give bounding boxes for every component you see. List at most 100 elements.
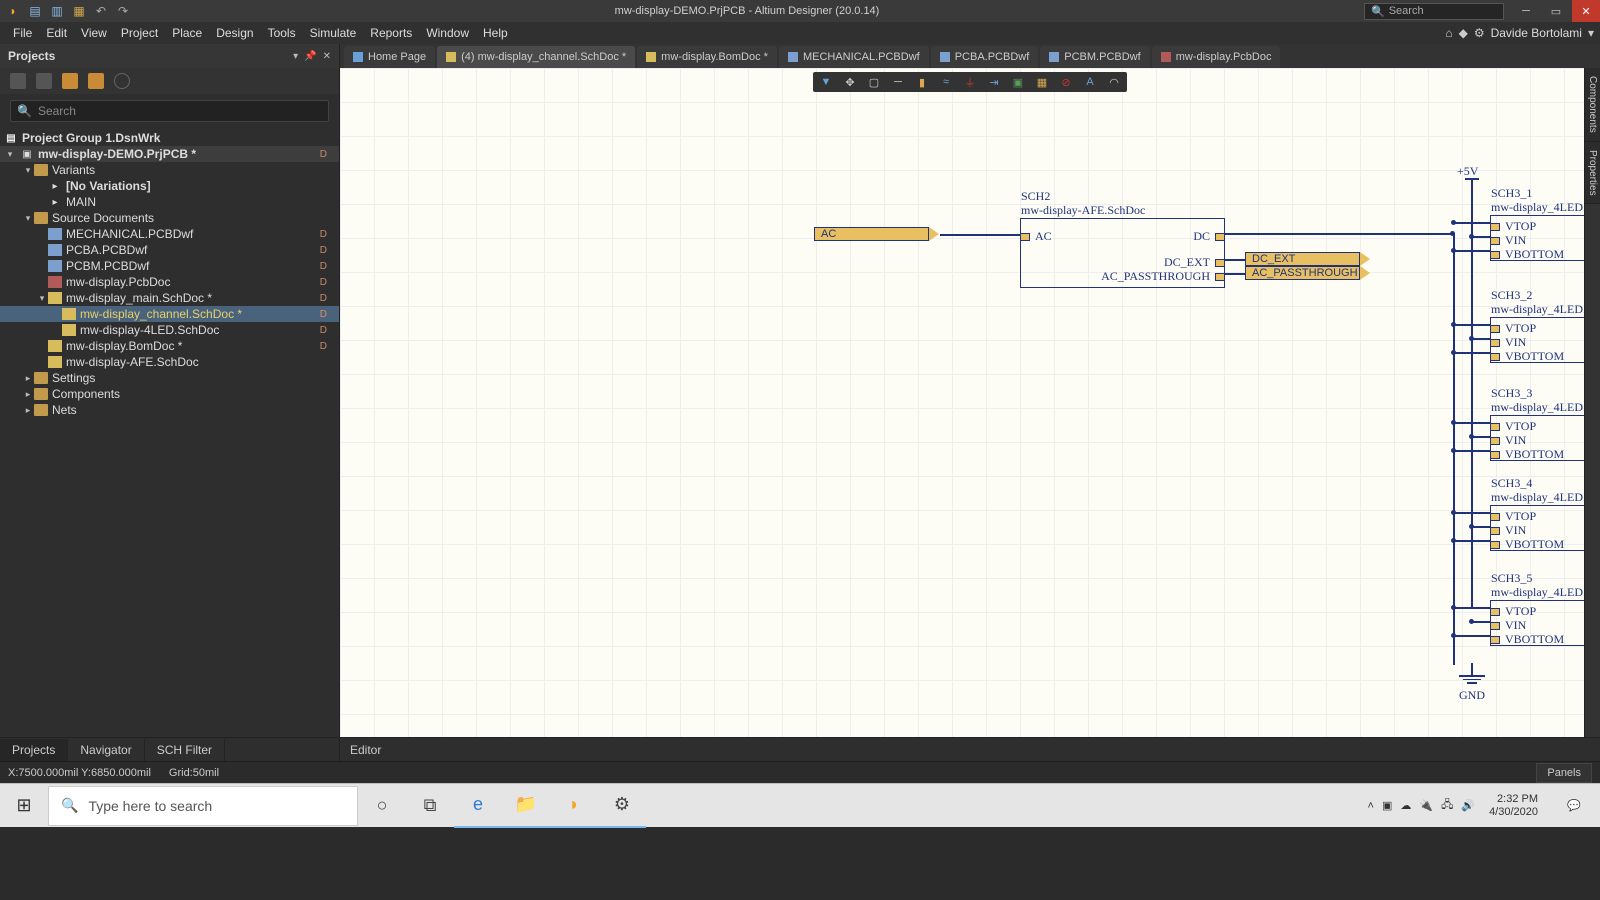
edge-icon[interactable]: e: [454, 784, 502, 828]
panel-tab-schfilter[interactable]: SCH Filter: [145, 739, 225, 761]
open-icon[interactable]: ▥: [50, 4, 64, 18]
doc-tab-mech[interactable]: MECHANICAL.PCBDwf: [779, 46, 929, 68]
menu-file[interactable]: File: [6, 24, 39, 42]
user-dropdown-icon[interactable]: ▾: [1588, 26, 1594, 40]
tree-project[interactable]: ▾▣mw-display-DEMO.PrjPCB *D: [0, 146, 339, 162]
doc-tab-pcbm[interactable]: PCBM.PCBDwf: [1040, 46, 1149, 68]
tree-main-variant[interactable]: ▸MAIN: [0, 194, 339, 210]
tree-channel-sch[interactable]: mw-display_channel.SchDoc *D: [0, 306, 339, 322]
bus-icon[interactable]: ▮: [913, 74, 931, 90]
tree-afe-sch[interactable]: mw-display-AFE.SchDoc: [0, 354, 339, 370]
doc-tab-channel[interactable]: (4) mw-display_channel.SchDoc *: [437, 46, 635, 68]
minimize-button[interactable]: ─: [1512, 0, 1540, 22]
doc-tab-home[interactable]: Home Page: [344, 46, 435, 68]
sheet-sch3_4[interactable]: SCH3_4mw-display_4LED.SchDocVTOPVINVBOTT…: [1490, 505, 1590, 551]
sheet-sch3_1[interactable]: SCH3_1mw-display_4LED.SchDocVTOPVINVBOTT…: [1490, 215, 1590, 261]
taskbar-search[interactable]: 🔍 Type here to search: [48, 786, 358, 826]
menu-reports[interactable]: Reports: [363, 24, 419, 42]
taskbar-clock[interactable]: 2:32 PM 4/30/2020: [1483, 793, 1544, 819]
vtab-properties[interactable]: Properties: [1585, 142, 1600, 205]
tray-cloud-icon[interactable]: ☁: [1400, 799, 1411, 812]
menu-design[interactable]: Design: [209, 24, 260, 42]
maximize-button[interactable]: ▭: [1542, 0, 1570, 22]
doc-tab-pcbdoc[interactable]: mw-display.PcbDoc: [1152, 46, 1281, 68]
doc-tab-pcba[interactable]: PCBA.PCBDwf: [931, 46, 1039, 68]
filter-icon[interactable]: ▼: [817, 74, 835, 90]
sheet-sch2[interactable]: SCH2 mw-display-AFE.SchDoc AC DC DC_EXT …: [1020, 218, 1225, 288]
tree-mech[interactable]: MECHANICAL.PCBDwfD: [0, 226, 339, 242]
tree-source-docs[interactable]: ▾Source Documents: [0, 210, 339, 226]
tray-power-icon[interactable]: 🔌: [1419, 799, 1433, 812]
power-icon[interactable]: ⏚: [961, 74, 979, 90]
explorer-icon[interactable]: 📁: [502, 784, 550, 828]
tree-no-variations[interactable]: ▸[No Variations]: [0, 178, 339, 194]
tree-pcbdoc[interactable]: mw-display.PcbDocD: [0, 274, 339, 290]
noerc-icon[interactable]: ⊘: [1057, 74, 1075, 90]
task-view-icon[interactable]: ⧉: [406, 784, 454, 828]
menu-edit[interactable]: Edit: [39, 24, 74, 42]
undo-icon[interactable]: ↶: [94, 4, 108, 18]
settings-taskbar-icon[interactable]: ⚙: [598, 784, 646, 828]
save-icon[interactable]: ▦: [72, 4, 86, 18]
panel-tab-projects[interactable]: Projects: [0, 739, 68, 761]
tray-chevron-icon[interactable]: ˄: [1368, 800, 1374, 812]
menu-project[interactable]: Project: [114, 24, 165, 42]
editor-tab[interactable]: Editor: [340, 737, 1600, 761]
menu-help[interactable]: Help: [476, 24, 515, 42]
tree-pcba[interactable]: PCBA.PCBDwfD: [0, 242, 339, 258]
panel-dropdown-icon[interactable]: ▾: [293, 51, 298, 62]
new-doc-icon[interactable]: ▤: [28, 4, 42, 18]
panel-tool-2[interactable]: [36, 73, 52, 89]
titlebar-search[interactable]: 🔍 Search: [1364, 3, 1504, 20]
panel-close-icon[interactable]: ✕: [323, 51, 331, 62]
panel-tool-1[interactable]: [10, 73, 26, 89]
tree-bom[interactable]: mw-display.BomDoc *D: [0, 338, 339, 354]
panel-tab-navigator[interactable]: Navigator: [68, 739, 144, 761]
vtab-components[interactable]: Components: [1585, 68, 1600, 142]
altium-taskbar-icon[interactable]: ◗: [550, 784, 598, 828]
tree-main-sch[interactable]: ▾mw-display_main.SchDoc *D: [0, 290, 339, 306]
panel-tool-5[interactable]: [114, 73, 130, 89]
projects-search[interactable]: 🔍 Search: [10, 100, 329, 122]
tray-network-icon[interactable]: 🖧: [1441, 796, 1453, 815]
sheet-sch3_5[interactable]: SCH3_5mw-display_4LED.SchDocVTOPVINVBOTT…: [1490, 600, 1590, 646]
sheet-sch3_3[interactable]: SCH3_3mw-display_4LED.SchDocVTOPVINVBOTT…: [1490, 415, 1590, 461]
net-icon[interactable]: ≈: [937, 74, 955, 90]
rect-icon[interactable]: ▢: [865, 74, 883, 90]
tree-variants[interactable]: ▾Variants: [0, 162, 339, 178]
cloud-icon[interactable]: ◆: [1459, 26, 1468, 40]
project-tree[interactable]: ▤Project Group 1.DsnWrk ▾▣mw-display-DEM…: [0, 128, 339, 737]
tree-nets[interactable]: ▸Nets: [0, 402, 339, 418]
part-icon[interactable]: ▣: [1009, 74, 1027, 90]
gear-icon[interactable]: ⚙: [1474, 26, 1485, 40]
doc-tab-bom[interactable]: mw-display.BomDoc *: [637, 46, 777, 68]
sheet-icon[interactable]: ▦: [1033, 74, 1051, 90]
menu-tools[interactable]: Tools: [261, 24, 303, 42]
sheet-sch3_2[interactable]: SCH3_2mw-display_4LED.SchDocVTOPVINVBOTT…: [1490, 317, 1590, 363]
arc-icon[interactable]: ◠: [1105, 74, 1123, 90]
menu-place[interactable]: Place: [165, 24, 209, 42]
line-icon[interactable]: ─: [889, 74, 907, 90]
text-icon[interactable]: A: [1081, 74, 1099, 90]
tree-4led-sch[interactable]: mw-display-4LED.SchDocD: [0, 322, 339, 338]
user-name[interactable]: Davide Bortolami: [1491, 26, 1582, 40]
start-button[interactable]: ⊞: [0, 784, 48, 828]
panel-pin-icon[interactable]: 📌: [304, 51, 316, 62]
tray-volume-icon[interactable]: 🔊: [1461, 799, 1475, 812]
tree-settings[interactable]: ▸Settings: [0, 370, 339, 386]
port-icon[interactable]: ⇥: [985, 74, 1003, 90]
menu-simulate[interactable]: Simulate: [303, 24, 364, 42]
home-icon[interactable]: ⌂: [1445, 26, 1452, 40]
redo-icon[interactable]: ↷: [116, 4, 130, 18]
tree-group[interactable]: ▤Project Group 1.DsnWrk: [0, 130, 339, 146]
tree-pcbm[interactable]: PCBM.PCBDwfD: [0, 258, 339, 274]
notifications-icon[interactable]: 💬: [1552, 784, 1596, 828]
panel-tool-3[interactable]: [62, 73, 78, 89]
cortana-icon[interactable]: ○: [358, 784, 406, 828]
move-icon[interactable]: ✥: [841, 74, 859, 90]
menu-window[interactable]: Window: [419, 24, 476, 42]
tree-components[interactable]: ▸Components: [0, 386, 339, 402]
status-panels[interactable]: Panels: [1536, 763, 1592, 783]
menu-view[interactable]: View: [74, 24, 114, 42]
tray-app-icon[interactable]: ▣: [1382, 799, 1392, 812]
